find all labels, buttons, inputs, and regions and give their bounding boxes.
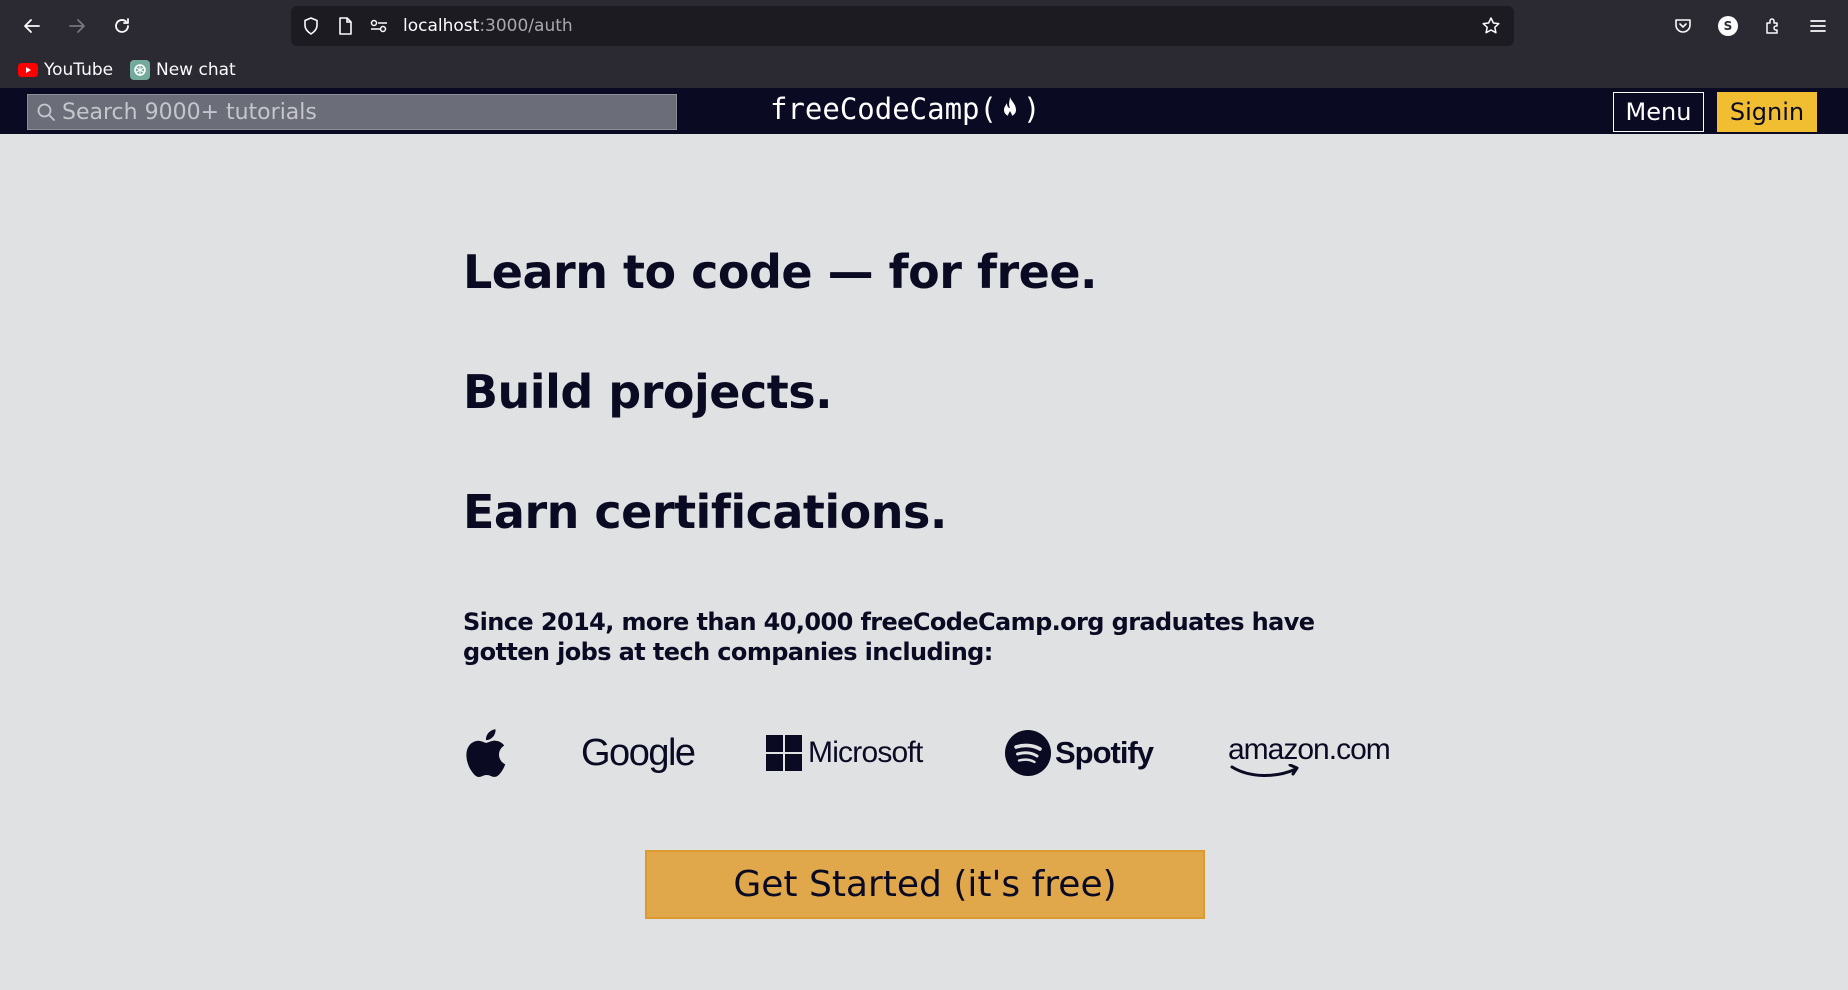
avatar-initial: S [1723, 19, 1733, 33]
company-amazon: amazon.com [1228, 733, 1391, 766]
chatgpt-icon [130, 60, 150, 80]
apple-logo-icon [463, 725, 507, 781]
puzzle-icon [1766, 18, 1778, 34]
youtube-icon [18, 63, 38, 77]
brand-text-suffix: ) [1022, 92, 1041, 126]
headline-learn: Learn to code — for free. [463, 245, 1098, 299]
search-input[interactable] [62, 99, 662, 125]
headline-earn: Earn certifications. [463, 485, 947, 539]
bookmark-label: YouTube [44, 60, 114, 80]
bookmarks-bar: YouTube New chat [0, 52, 1848, 88]
company-spotify: Spotify [1055, 735, 1154, 770]
bookmark-new-chat[interactable]: New chat [130, 58, 236, 82]
brand-text-prefix: freeCodeCamp( [770, 92, 997, 126]
spotify-logo: Spotify [1005, 725, 1154, 781]
back-button[interactable] [16, 10, 48, 42]
amazon-logo: amazon.com [1228, 725, 1391, 781]
spotify-icon [1005, 730, 1051, 776]
reload-button[interactable] [106, 10, 138, 42]
flame-icon [1003, 97, 1016, 118]
avatar: S [1718, 16, 1738, 36]
arrow-left-icon [24, 19, 40, 33]
browser-toolbar: localhost:3000/auth S [0, 0, 1848, 52]
search-icon [37, 103, 55, 121]
url-text[interactable]: localhost:3000/auth [403, 16, 573, 36]
shield-icon[interactable] [301, 16, 321, 36]
get-started-button[interactable]: Get Started (it's free) [645, 850, 1205, 919]
bookmark-label: New chat [156, 60, 236, 80]
hamburger-icon [1810, 20, 1826, 32]
company-microsoft: Microsoft [808, 736, 923, 769]
account-button[interactable]: S [1712, 10, 1744, 42]
url-path: :3000/auth [479, 16, 573, 36]
google-logo: Google [581, 725, 696, 781]
page-icon [335, 16, 355, 36]
search-bar[interactable] [27, 94, 677, 130]
address-bar[interactable]: localhost:3000/auth [291, 6, 1514, 46]
reload-icon [115, 18, 129, 33]
pocket-icon [1675, 19, 1691, 33]
bookmark-star-icon[interactable] [1481, 16, 1501, 36]
microsoft-logo: Microsoft [766, 725, 923, 781]
arrow-right-icon [69, 19, 85, 33]
extensions-button[interactable] [1757, 10, 1789, 42]
site-navbar: freeCodeCamp( ) Menu Signin [0, 88, 1848, 134]
microsoft-windows-icon [766, 735, 802, 771]
menu-button[interactable]: Menu [1613, 92, 1704, 132]
graduates-text: Since 2014, more than 40,000 freeCodeCam… [463, 608, 1315, 666]
permissions-icon[interactable] [369, 16, 389, 36]
bookmark-youtube[interactable]: YouTube [18, 58, 113, 82]
company-google: Google [581, 731, 696, 774]
app-menu-button[interactable] [1802, 10, 1834, 42]
amazon-smile-icon [1230, 764, 1299, 777]
pocket-button[interactable] [1667, 10, 1699, 42]
url-host: localhost [403, 16, 480, 36]
brand-logo[interactable]: freeCodeCamp( ) [770, 92, 1040, 126]
signin-button[interactable]: Signin [1717, 92, 1817, 132]
headline-build: Build projects. [463, 365, 833, 419]
forward-button[interactable] [61, 10, 93, 42]
